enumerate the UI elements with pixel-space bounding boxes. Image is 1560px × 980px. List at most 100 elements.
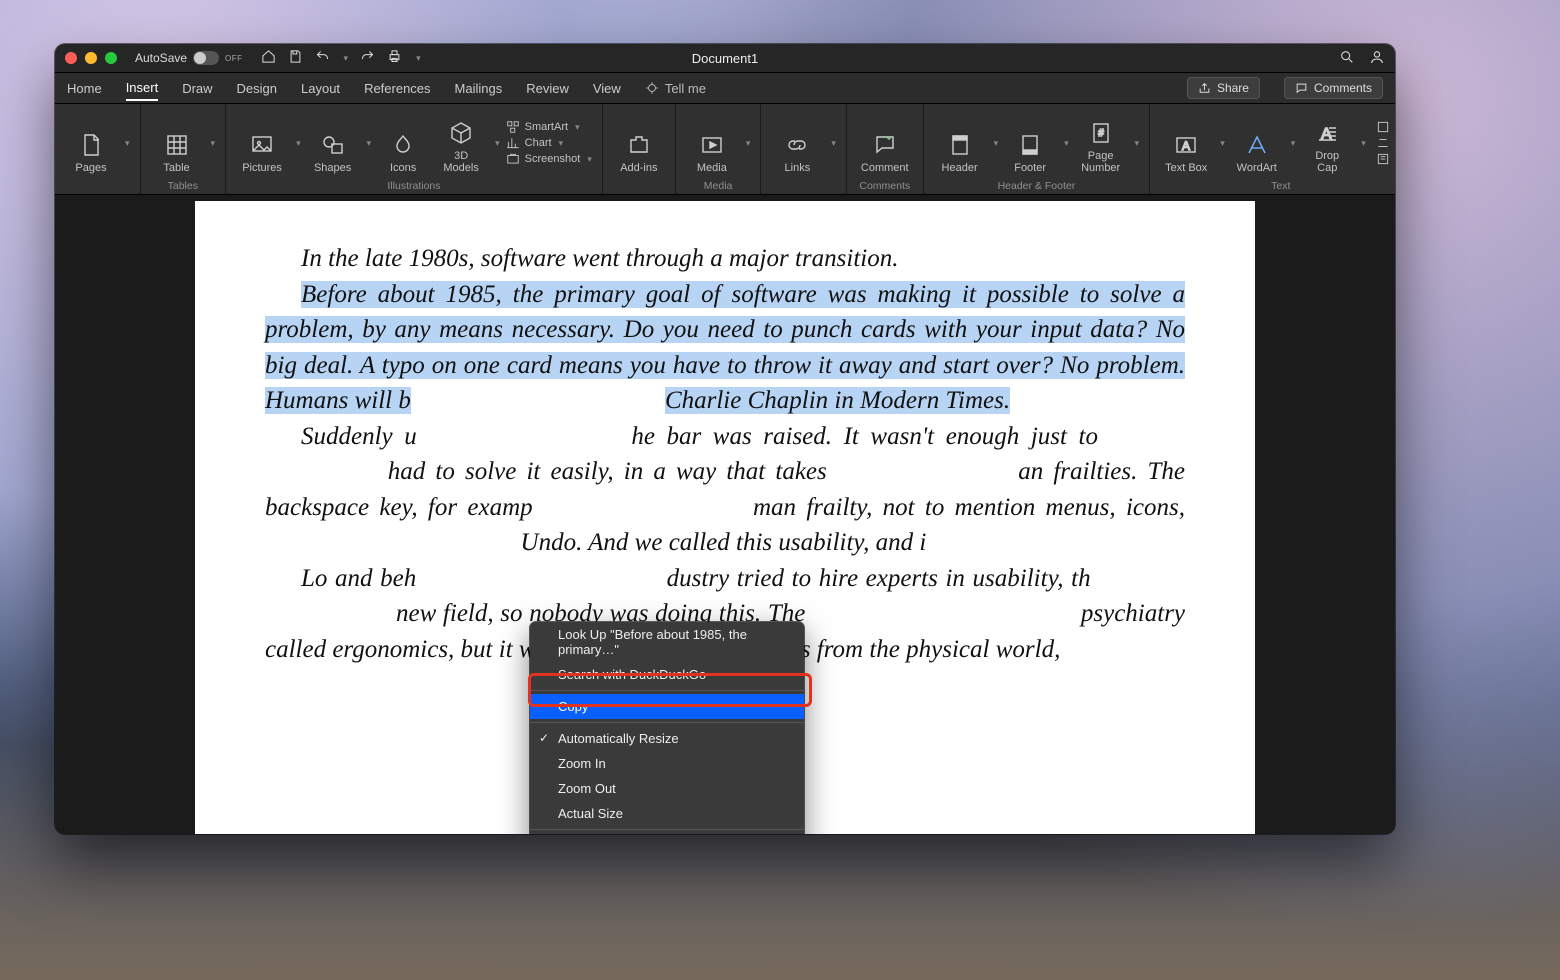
undo-dropdown[interactable]: ▾ bbox=[344, 53, 349, 64]
ribbon-tabs: Home Insert Draw Design Layout Reference… bbox=[55, 73, 1395, 104]
table-icon bbox=[164, 132, 190, 158]
doc-selected-text-c: . bbox=[1004, 387, 1010, 414]
home-icon[interactable] bbox=[261, 49, 276, 67]
autosave-toggle[interactable]: AutoSave OFF bbox=[135, 51, 243, 65]
textbox-icon: A bbox=[1173, 132, 1199, 158]
tab-home[interactable]: Home bbox=[67, 77, 102, 100]
desktop: AutoSave OFF ▾ ▾ Document1 Home Ins bbox=[0, 0, 1560, 980]
table-button[interactable]: Table bbox=[151, 112, 203, 174]
ctx-auto-resize[interactable]: ✓Automatically Resize bbox=[530, 726, 804, 751]
dropcap-icon: A bbox=[1314, 120, 1340, 146]
autosave-label: AutoSave bbox=[135, 51, 187, 65]
text-extras-1[interactable]: ▾ bbox=[1376, 120, 1395, 134]
picture-icon bbox=[249, 132, 275, 158]
pages-button[interactable]: Pages bbox=[65, 112, 117, 174]
wordart-button[interactable]: WordArt bbox=[1231, 112, 1283, 174]
ctx-zoom-in[interactable]: Zoom In bbox=[530, 751, 804, 776]
drop-cap-button[interactable]: A Drop Cap bbox=[1301, 112, 1353, 174]
group-text-label: Text bbox=[1271, 178, 1290, 192]
group-illustrations-label: Illustrations bbox=[387, 178, 440, 192]
icons-icon bbox=[390, 132, 416, 158]
tab-insert[interactable]: Insert bbox=[126, 76, 159, 101]
print-icon[interactable] bbox=[387, 49, 402, 67]
autosave-off-label: OFF bbox=[225, 54, 243, 63]
cube-icon bbox=[448, 120, 474, 146]
pictures-button[interactable]: Pictures bbox=[236, 112, 288, 174]
comment-icon bbox=[872, 132, 898, 158]
group-media-label: Media bbox=[704, 178, 733, 192]
ctx-single-page[interactable]: Single Page bbox=[530, 833, 804, 834]
tab-references[interactable]: References bbox=[364, 77, 430, 100]
page-number-button[interactable]: # Page Number bbox=[1075, 112, 1127, 174]
smartart-button[interactable]: SmartArt▾ bbox=[506, 120, 592, 134]
group-comments-label: Comments bbox=[859, 178, 910, 192]
link-icon bbox=[784, 132, 810, 158]
svg-text:A: A bbox=[1182, 139, 1190, 153]
frag-3f: Undo. And we called this usability, and … bbox=[521, 529, 927, 556]
save-icon[interactable] bbox=[288, 49, 303, 67]
undo-icon[interactable] bbox=[315, 49, 330, 67]
tab-review[interactable]: Review bbox=[526, 77, 569, 100]
frag-3b: he bar was raised. It wasn't enough just… bbox=[631, 423, 1098, 450]
text-box-button[interactable]: A Text Box bbox=[1160, 112, 1212, 174]
tab-mailings[interactable]: Mailings bbox=[455, 77, 503, 100]
close-window-button[interactable] bbox=[65, 52, 77, 64]
search-icon[interactable] bbox=[1339, 49, 1355, 68]
svg-text:#: # bbox=[1098, 128, 1104, 139]
tab-view[interactable]: View bbox=[593, 77, 621, 100]
header-button[interactable]: Header bbox=[934, 112, 986, 174]
addins-button[interactable]: Add-ins bbox=[613, 112, 665, 174]
titlebar: AutoSave OFF ▾ ▾ Document1 bbox=[55, 44, 1395, 73]
ctx-copy[interactable]: Copy bbox=[530, 694, 804, 719]
ctx-search-ddg[interactable]: Search with DuckDuckGo bbox=[530, 662, 804, 687]
comments-button[interactable]: Comments bbox=[1284, 77, 1383, 99]
ctx-look-up[interactable]: Look Up "Before about 1985, the primary…… bbox=[530, 622, 804, 662]
footer-button[interactable]: Footer bbox=[1004, 112, 1056, 174]
frag-3c: had to solve it easily, in a way that ta… bbox=[388, 458, 827, 485]
tab-layout[interactable]: Layout bbox=[301, 77, 340, 100]
3d-models-button[interactable]: 3D Models bbox=[435, 112, 487, 174]
text-extras-3[interactable]: ▾ bbox=[1376, 152, 1395, 166]
shapes-button[interactable]: Shapes bbox=[307, 112, 359, 174]
tab-design[interactable]: Design bbox=[237, 77, 277, 100]
tab-draw[interactable]: Draw bbox=[182, 77, 212, 100]
comments-label: Comments bbox=[1314, 81, 1372, 95]
shapes-icon bbox=[320, 132, 346, 158]
chart-button[interactable]: Chart▾ bbox=[506, 136, 592, 150]
frag-4b: dustry tried to hire experts in usabilit… bbox=[667, 565, 1091, 592]
ctx-zoom-out[interactable]: Zoom Out bbox=[530, 776, 804, 801]
page-icon bbox=[78, 132, 104, 158]
wordart-icon bbox=[1244, 132, 1270, 158]
autosave-switch[interactable] bbox=[193, 51, 219, 65]
document-title: Document1 bbox=[692, 51, 758, 66]
minimize-window-button[interactable] bbox=[85, 52, 97, 64]
share-button[interactable]: Share bbox=[1187, 77, 1260, 99]
footer-icon bbox=[1017, 132, 1043, 158]
header-icon bbox=[947, 132, 973, 158]
ctx-sep bbox=[530, 829, 804, 830]
icons-button[interactable]: Icons bbox=[377, 112, 429, 174]
redo-icon[interactable] bbox=[360, 49, 375, 67]
ribbon: Pages ▾ Table ▾ Tables P bbox=[55, 104, 1395, 195]
text-extras-2[interactable]: ▾ bbox=[1376, 136, 1395, 150]
context-menu: Look Up "Before about 1985, the primary…… bbox=[530, 622, 804, 834]
comment-button[interactable]: Comment bbox=[857, 112, 913, 174]
frag-3a: Suddenly u bbox=[301, 423, 417, 450]
qat-customize[interactable]: ▾ bbox=[416, 53, 421, 64]
frag-3e: man frailty, not to mention menus, icons… bbox=[753, 494, 1185, 521]
document-area[interactable]: In the late 1980s, software went through… bbox=[55, 195, 1395, 834]
account-icon[interactable] bbox=[1369, 49, 1385, 68]
tell-me-button[interactable]: Tell me bbox=[645, 81, 706, 96]
ctx-sep bbox=[530, 722, 804, 723]
links-button[interactable]: Links bbox=[771, 112, 823, 174]
share-label: Share bbox=[1217, 81, 1249, 95]
tell-me-label: Tell me bbox=[665, 81, 706, 96]
doc-p1: In the late 1980s, software went through… bbox=[301, 245, 898, 272]
zoom-window-button[interactable] bbox=[105, 52, 117, 64]
media-button[interactable]: Media bbox=[686, 112, 738, 174]
ctx-actual-size[interactable]: Actual Size bbox=[530, 801, 804, 826]
screenshot-button[interactable]: Screenshot▾ bbox=[506, 152, 592, 166]
addins-icon bbox=[626, 132, 652, 158]
group-tables-label: Tables bbox=[168, 178, 198, 192]
word-window: AutoSave OFF ▾ ▾ Document1 Home Ins bbox=[55, 44, 1395, 834]
